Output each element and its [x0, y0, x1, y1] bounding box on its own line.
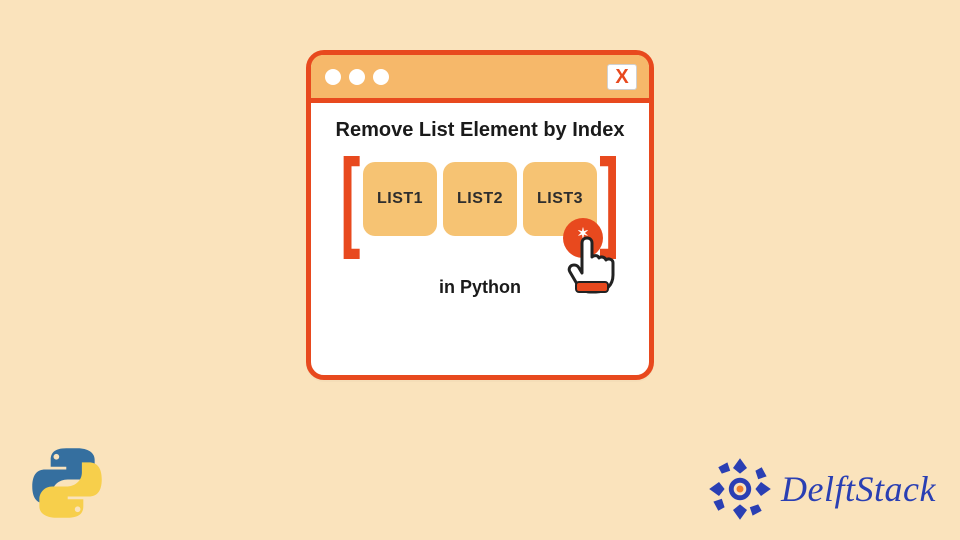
traffic-dot: [349, 69, 365, 85]
brand-badge: DelftStack: [705, 454, 936, 524]
traffic-dot: [373, 69, 389, 85]
brand-name: DelftStack: [781, 468, 936, 510]
python-logo-icon: [28, 444, 106, 522]
close-button[interactable]: X: [607, 64, 637, 90]
list-item-label: LIST1: [377, 190, 423, 208]
delftstack-logo-icon: [705, 454, 775, 524]
traffic-light-dots: [325, 69, 389, 85]
bracket-left-icon: [: [341, 160, 361, 237]
close-icon: X: [615, 67, 628, 87]
pointer-cursor-icon: ✶: [559, 220, 629, 300]
traffic-dot: [325, 69, 341, 85]
hand-pointer-icon: [567, 232, 625, 296]
list-item-label: LIST3: [537, 190, 583, 208]
window-titlebar: X: [311, 55, 649, 103]
illustration-window: X Remove List Element by Index [ LIST1 L…: [306, 50, 654, 380]
list-item: LIST2: [443, 162, 517, 236]
heading-text: Remove List Element by Index: [329, 119, 631, 142]
list-item: LIST1: [363, 162, 437, 236]
list-item-label: LIST2: [457, 190, 503, 208]
